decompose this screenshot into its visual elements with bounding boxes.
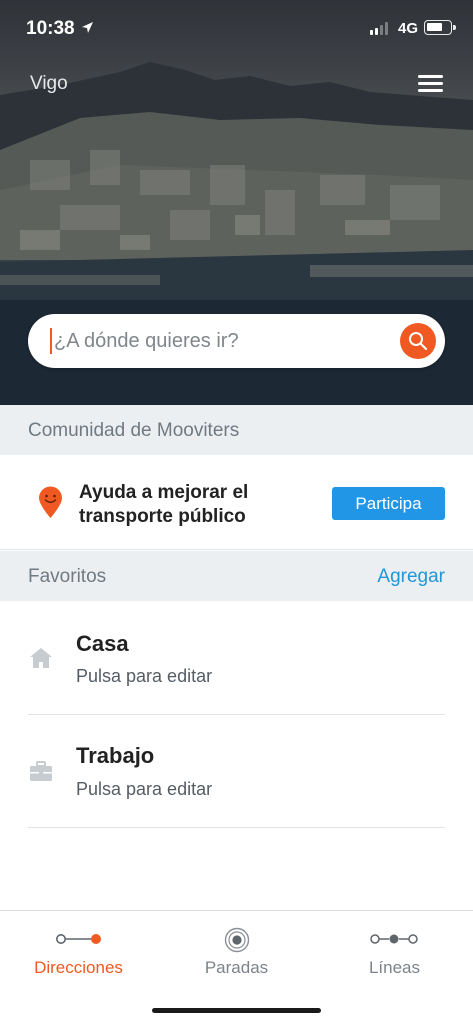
menu-button[interactable] xyxy=(414,70,446,96)
community-section-header: Comunidad de Mooviters xyxy=(0,405,473,455)
home-indicator xyxy=(152,1008,321,1013)
hero-city-background: 10:38 4G Vigo ¿A dónde quieres ir? xyxy=(0,0,473,405)
tab-label: Direcciones xyxy=(34,958,123,977)
tab-label: Líneas xyxy=(368,958,421,977)
favorite-title: Casa xyxy=(76,631,129,656)
add-favorite-link[interactable]: Agregar xyxy=(377,566,445,588)
favorite-subtitle: Pulsa para editar xyxy=(76,666,213,686)
participa-button[interactable]: Participa xyxy=(332,487,445,520)
search-button[interactable] xyxy=(400,323,436,359)
moovit-pin-icon xyxy=(39,486,62,518)
briefcase-icon xyxy=(30,761,52,781)
tab-lineas[interactable]: Líneas xyxy=(316,911,473,1001)
favorite-subtitle: Pulsa para editar xyxy=(76,779,213,799)
search-bar[interactable]: ¿A dónde quieres ir? xyxy=(28,314,445,368)
tab-paradas[interactable]: Paradas xyxy=(158,911,315,1001)
city-name[interactable]: Vigo xyxy=(30,73,68,95)
cell-signal-icon xyxy=(370,22,388,35)
divider xyxy=(28,827,445,828)
favorite-item-casa[interactable]: Casa Pulsa para editar xyxy=(0,601,473,714)
favorite-title: Trabajo xyxy=(76,743,155,768)
text-caret xyxy=(50,328,52,354)
favorite-item-trabajo[interactable]: Trabajo Pulsa para editar xyxy=(0,715,473,828)
search-placeholder[interactable]: ¿A dónde quieres ir? xyxy=(54,330,239,353)
status-bar: 10:38 4G xyxy=(0,0,473,56)
tab-label: Paradas xyxy=(204,958,269,977)
community-message: Ayuda a mejorar el transporte público xyxy=(79,482,249,527)
favorites-section-header: Favoritos Agregar xyxy=(0,551,473,601)
stop-icon xyxy=(224,927,250,953)
bottom-navigation: Direcciones Paradas Líneas xyxy=(0,910,473,1024)
home-icon xyxy=(30,648,52,668)
battery-icon xyxy=(424,20,456,35)
directions-icon xyxy=(56,934,101,944)
lines-icon xyxy=(370,934,418,944)
status-time: 10:38 xyxy=(26,18,75,39)
search-icon xyxy=(409,332,428,351)
location-arrow-icon xyxy=(82,22,93,33)
network-type: 4G xyxy=(398,20,419,37)
favorites-section-title: Favoritos xyxy=(28,566,107,587)
community-section-title: Comunidad de Mooviters xyxy=(28,420,240,441)
tab-direcciones[interactable]: Direcciones xyxy=(0,911,157,1001)
